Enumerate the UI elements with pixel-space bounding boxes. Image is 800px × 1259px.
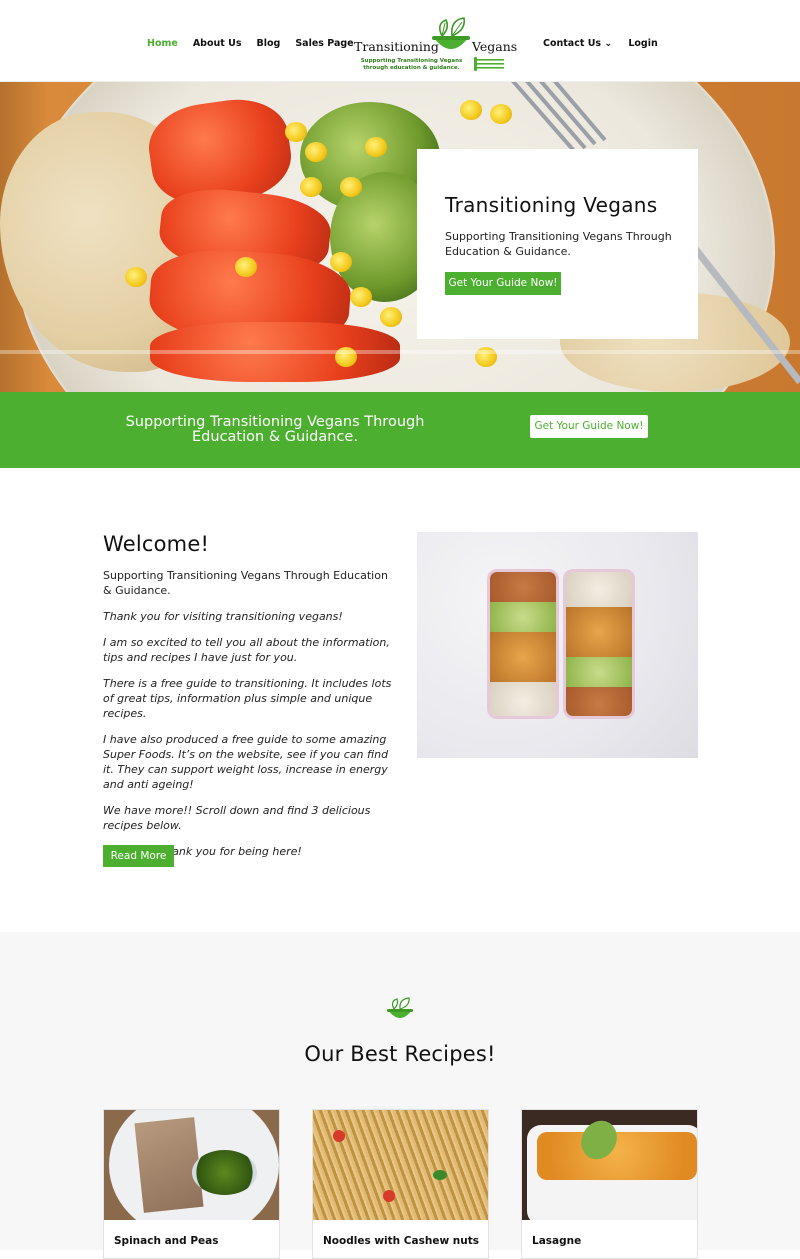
logo-tagline: Supporting Transitioning Vegans through … (354, 58, 469, 72)
welcome-paragraph-5: We have more!! Scroll down and find 3 de… (103, 804, 371, 832)
welcome-paragraph-2: I am so excited to tell you all about th… (103, 636, 390, 664)
bowl-leaf-icon (432, 17, 470, 49)
logo-word-transitioning: Transitioning (354, 39, 439, 54)
corn-kernel (460, 100, 482, 120)
cta-band-text: Supporting Transitioning Vegans Through … (125, 414, 425, 445)
corn-kernel (300, 177, 322, 197)
welcome-title: Welcome! (103, 532, 210, 556)
nav-blog[interactable]: Blog (257, 38, 281, 49)
nav-home[interactable]: Home (147, 38, 178, 49)
recipe-image-noodles (313, 1110, 488, 1220)
hero-card: Transitioning Vegans Supporting Transiti… (417, 149, 698, 339)
bowl-leaf-icon (387, 997, 413, 1018)
meal-box-left (487, 569, 559, 719)
nav-sales-page[interactable]: Sales Page (295, 38, 353, 49)
recipes-section: Our Best Recipes! Spinach and Peas Noodl… (0, 932, 800, 1259)
recipe-image-spinach-peas (104, 1110, 279, 1220)
cta-band-guide-button[interactable]: Get Your Guide Now! (530, 415, 648, 438)
recipe-card[interactable]: Lasagne (521, 1109, 698, 1259)
logo-tagline-line2: through education & guidance. (363, 65, 460, 71)
welcome-paragraph-1: Thank you for visiting transitioning veg… (103, 610, 343, 623)
logo-tagline-line1: Supporting Transitioning Vegans (360, 58, 463, 64)
corn-kernel (330, 252, 352, 272)
main-nav-left: Home About Us Blog Sales Page (147, 38, 354, 49)
hero-subtitle: Supporting Transitioning Vegans Through … (445, 230, 672, 258)
corn-kernel (125, 267, 147, 287)
recipe-image-lasagne (522, 1110, 697, 1220)
welcome-paragraph-4: I have also produced a free guide to som… (103, 733, 389, 791)
welcome-paragraph-3: There is a free guide to transitioning. … (103, 677, 392, 720)
hero-banner: Transitioning Vegans Supporting Transiti… (0, 82, 800, 392)
nav-about-us[interactable]: About Us (193, 38, 242, 49)
main-nav-right: Contact Us ⌄ Login (543, 38, 658, 49)
recipe-card[interactable]: Noodles with Cashew nuts (312, 1109, 489, 1259)
corn-kernel (350, 287, 372, 307)
site-logo[interactable]: Transitioning Vegans Supporting Transiti… (352, 14, 517, 74)
hero-divider (0, 350, 800, 354)
corn-kernel (340, 177, 362, 197)
recipes-title: Our Best Recipes! (304, 1042, 496, 1066)
recipe-label: Noodles with Cashew nuts (323, 1235, 480, 1247)
cta-band: Supporting Transitioning Vegans Through … (0, 392, 800, 468)
corn-kernel (380, 307, 402, 327)
meal-box-right (563, 569, 635, 719)
meal-prep-photo (417, 532, 698, 758)
corn-kernel (285, 122, 307, 142)
nav-login[interactable]: Login (628, 38, 657, 49)
logo-word-vegans: Vegans (472, 39, 518, 54)
recipe-label: Lasagne (532, 1235, 582, 1247)
site-header: Home About Us Blog Sales Page Transition… (0, 0, 800, 82)
recipe-card[interactable]: Spinach and Peas (103, 1109, 280, 1259)
nav-contact-us[interactable]: Contact Us ⌄ (543, 38, 612, 49)
read-more-button[interactable]: Read More (103, 845, 174, 867)
welcome-intro: Supporting Transitioning Vegans Through … (103, 569, 388, 597)
cutlery-icon (474, 57, 504, 71)
welcome-section: Welcome! Supporting Transitioning Vegans… (103, 532, 393, 870)
corn-kernel (365, 137, 387, 157)
hero-guide-button[interactable]: Get Your Guide Now! (445, 272, 561, 295)
hero-title: Transitioning Vegans (445, 193, 658, 217)
corn-kernel (305, 142, 327, 162)
hero-fork-handle-image (690, 242, 800, 385)
corn-kernel (235, 257, 257, 277)
recipe-label: Spinach and Peas (114, 1235, 219, 1247)
